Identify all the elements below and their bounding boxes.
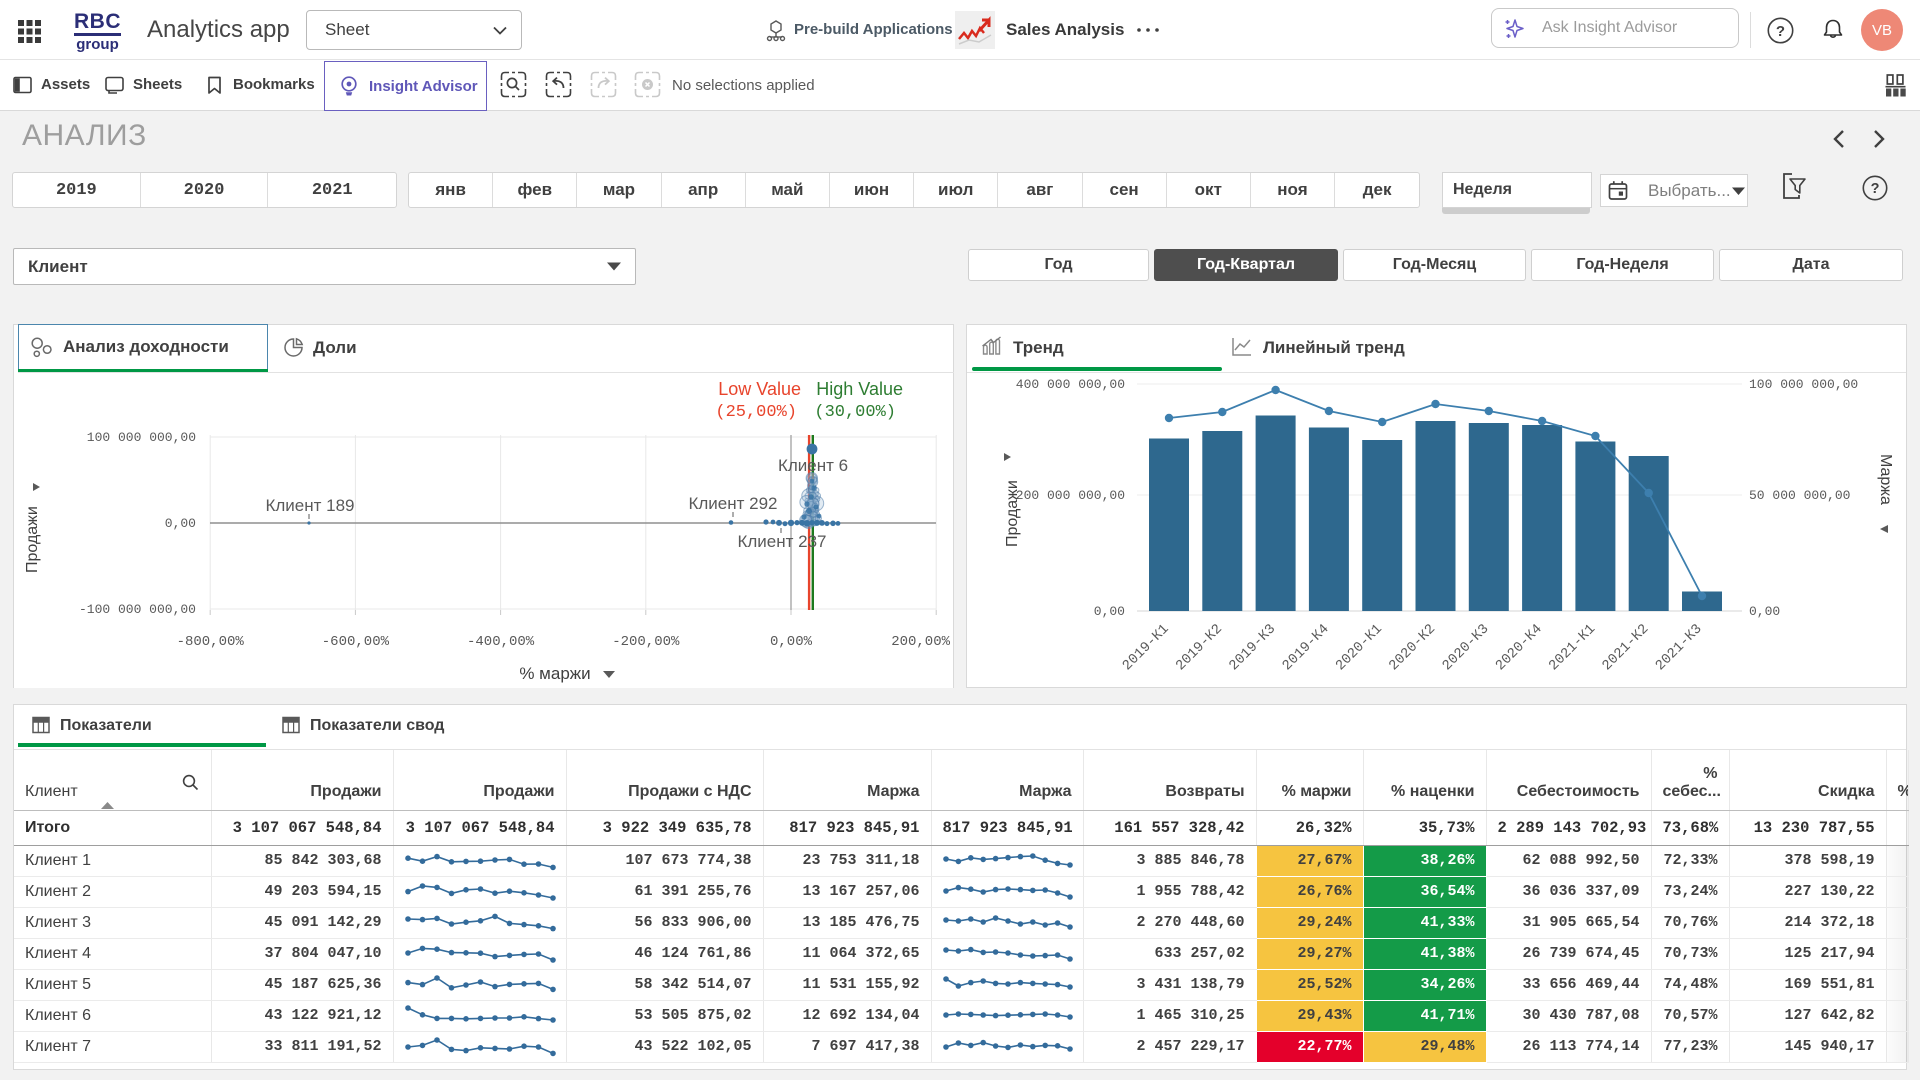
svg-text:?: ?	[1871, 181, 1880, 197]
svg-text:200,00%: 200,00%	[891, 634, 950, 650]
svg-text:0,00: 0,00	[1094, 604, 1125, 619]
svg-text:(25,00%): (25,00%)	[715, 403, 797, 422]
svg-text:Клиент 292: Клиент 292	[688, 494, 777, 513]
svg-text:0,00%: 0,00%	[770, 634, 813, 650]
svg-text:-100 000 000,00: -100 000 000,00	[79, 602, 196, 617]
svg-text:200 000 000,00: 200 000 000,00	[1016, 488, 1125, 503]
svg-text:100 000 000,00: 100 000 000,00	[1749, 377, 1858, 392]
svg-text:(30,00%): (30,00%)	[814, 403, 896, 422]
svg-text:Клиент 237: Клиент 237	[737, 532, 826, 551]
svg-text:0,00: 0,00	[165, 516, 196, 531]
svg-text:400 000 000,00: 400 000 000,00	[1016, 377, 1125, 392]
svg-text:100 000 000,00: 100 000 000,00	[87, 430, 196, 445]
svg-text:50 000 000,00: 50 000 000,00	[1749, 488, 1850, 503]
svg-text:Продажи: Продажи	[1004, 480, 1021, 547]
svg-text:-800,00%: -800,00%	[177, 634, 245, 650]
svg-text:-400,00%: -400,00%	[467, 634, 535, 650]
svg-text:Клиент 6: Клиент 6	[778, 456, 848, 475]
svg-text:-200,00%: -200,00%	[612, 634, 680, 650]
svg-text:Продажи: Продажи	[24, 506, 41, 573]
svg-text:Low Value: Low Value	[718, 379, 801, 399]
svg-text:% маржи: % маржи	[519, 664, 590, 683]
svg-text:?: ?	[1776, 23, 1785, 40]
svg-text:0,00: 0,00	[1749, 604, 1780, 619]
svg-text:Маржа: Маржа	[1877, 454, 1894, 505]
svg-text:Клиент 189: Клиент 189	[265, 496, 354, 515]
svg-text:High Value: High Value	[816, 379, 903, 399]
svg-text:-600,00%: -600,00%	[322, 634, 390, 650]
